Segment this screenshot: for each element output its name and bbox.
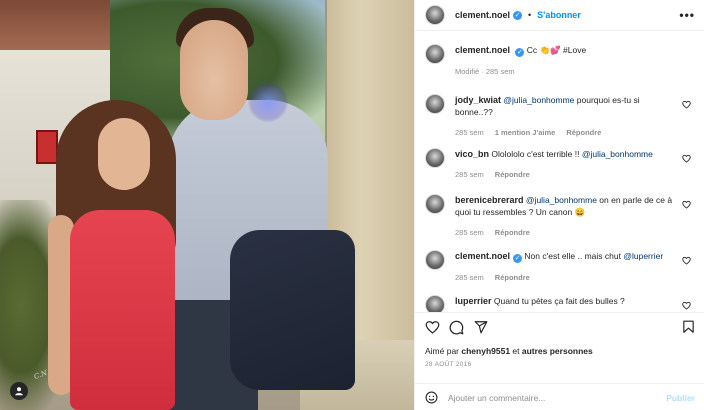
post-photo[interactable]: C.N [0,0,414,410]
photo-woman-face [98,118,150,190]
liked-by-others[interactable]: autres personnes [522,346,593,356]
mention-link[interactable]: @luperrier [623,251,663,261]
photo-red-box [36,130,58,164]
comment-text: Non c'est elle .. mais chut [524,251,624,261]
avatar[interactable] [425,94,445,114]
comment-like-heart-icon[interactable] [682,154,691,163]
mention-link[interactable]: @julia_bonhomme [503,95,574,105]
comment-username[interactable]: clement.noel [455,251,510,261]
comment-text: Ololololo c'est terrible !! [491,149,582,159]
comment-item: clement.noel ✓ Non c'est elle .. mais chu… [425,250,695,284]
comment-username[interactable]: berenicebrerard [455,195,524,205]
reply-button[interactable]: Répondre [495,273,530,282]
comment-item: berenicebrerard @julia_bonhomme on en pa… [425,194,695,239]
header-separator: • [528,10,532,20]
liked-by-user[interactable]: chenyh9551 [461,346,510,356]
liked-by-text: Aimé par chenyh9551 et autres personnes [425,346,593,356]
photo-man-head [180,20,248,120]
comment-bubble-icon[interactable] [449,320,464,335]
photo-woman-dress [70,210,175,410]
comment-like-heart-icon[interactable] [682,256,691,265]
save-bookmark-icon[interactable] [682,320,695,334]
comment-time: 285 sem [455,170,484,179]
post-header: clement.noel ✓ • S'abonner ••• [415,0,704,31]
comment-like-heart-icon[interactable] [682,100,691,109]
more-options-icon[interactable]: ••• [679,8,695,22]
avatar[interactable] [425,295,445,312]
comment-item: jody_kwiat @julia_bonhomme pourquoi es-t… [425,94,695,139]
photo-roof [0,0,110,50]
comment-username[interactable]: jody_kwiat [455,95,501,105]
mention-link[interactable]: @julia_bonhomme [526,195,597,205]
caption-meta: Modifié · 285 sem [455,67,515,76]
mention-link[interactable]: @julia_bonhomme [582,149,653,159]
emoji-smiley-icon[interactable] [425,391,438,404]
photo-lens-glare [248,82,288,122]
add-comment-bar: Ajouter un commentaire... Publier [415,383,704,410]
comment-item: vico_bn Ololololo c'est terrible !! @jul… [425,148,695,181]
comment-username[interactable]: luperrier [455,296,492,306]
verified-badge-icon: ✓ [513,10,523,20]
action-icon-row [425,320,695,336]
avatar[interactable] [425,44,445,64]
avatar[interactable] [425,148,445,168]
reply-button[interactable]: Répondre [495,228,530,237]
comment-username[interactable]: vico_bn [455,149,489,159]
comment-like-heart-icon[interactable] [682,301,691,310]
reply-button[interactable]: Répondre [566,128,601,137]
comment-input[interactable]: Ajouter un commentaire... [448,393,666,403]
comments-list[interactable]: clement.noel ✓ Cc 👏💕 #Love Modifié · 285… [415,32,704,312]
comment-time: 285 sem [455,273,484,282]
comment-likes[interactable]: 1 mention J'aime [495,128,556,137]
comment-like-heart-icon[interactable] [682,200,691,209]
follow-button[interactable]: S'abonner [537,10,581,20]
avatar[interactable] [425,194,445,214]
verified-badge-icon: ✓ [513,254,523,263]
share-paper-plane-icon[interactable] [474,320,488,334]
caption: clement.noel ✓ Cc 👏💕 #Love Modifié · 285… [425,44,695,78]
header-username[interactable]: clement.noel [455,10,510,20]
liked-by-suffix: et [510,346,522,356]
avatar[interactable] [425,250,445,270]
photo-jacket [230,230,355,390]
person-icon [15,387,23,396]
avatar[interactable] [425,5,445,25]
post-date[interactable]: 28 AOÛT 2016 [425,361,471,368]
comment-time: 285 sem [455,228,484,237]
post-comment-button[interactable]: Publier [666,393,695,403]
reply-button[interactable]: Répondre [495,170,530,179]
verified-badge-icon: ✓ [515,48,525,57]
comment-item: luperrier Quand tu pètes ça fait des bul… [425,295,695,312]
post-actions: Aimé par chenyh9551 et autres personnes … [415,312,704,410]
tag-people-button[interactable] [10,382,28,400]
liked-by-prefix: Aimé par [425,346,462,356]
caption-username[interactable]: clement.noel [455,45,510,55]
comment-text: Quand tu pètes ça fait des bulles ? [493,296,625,306]
like-heart-icon[interactable] [425,320,440,334]
comment-time: 285 sem [455,128,484,137]
post-side-panel: clement.noel ✓ • S'abonner ••• clement.n… [414,0,704,410]
caption-text: Cc 👏💕 #Love [526,45,587,55]
